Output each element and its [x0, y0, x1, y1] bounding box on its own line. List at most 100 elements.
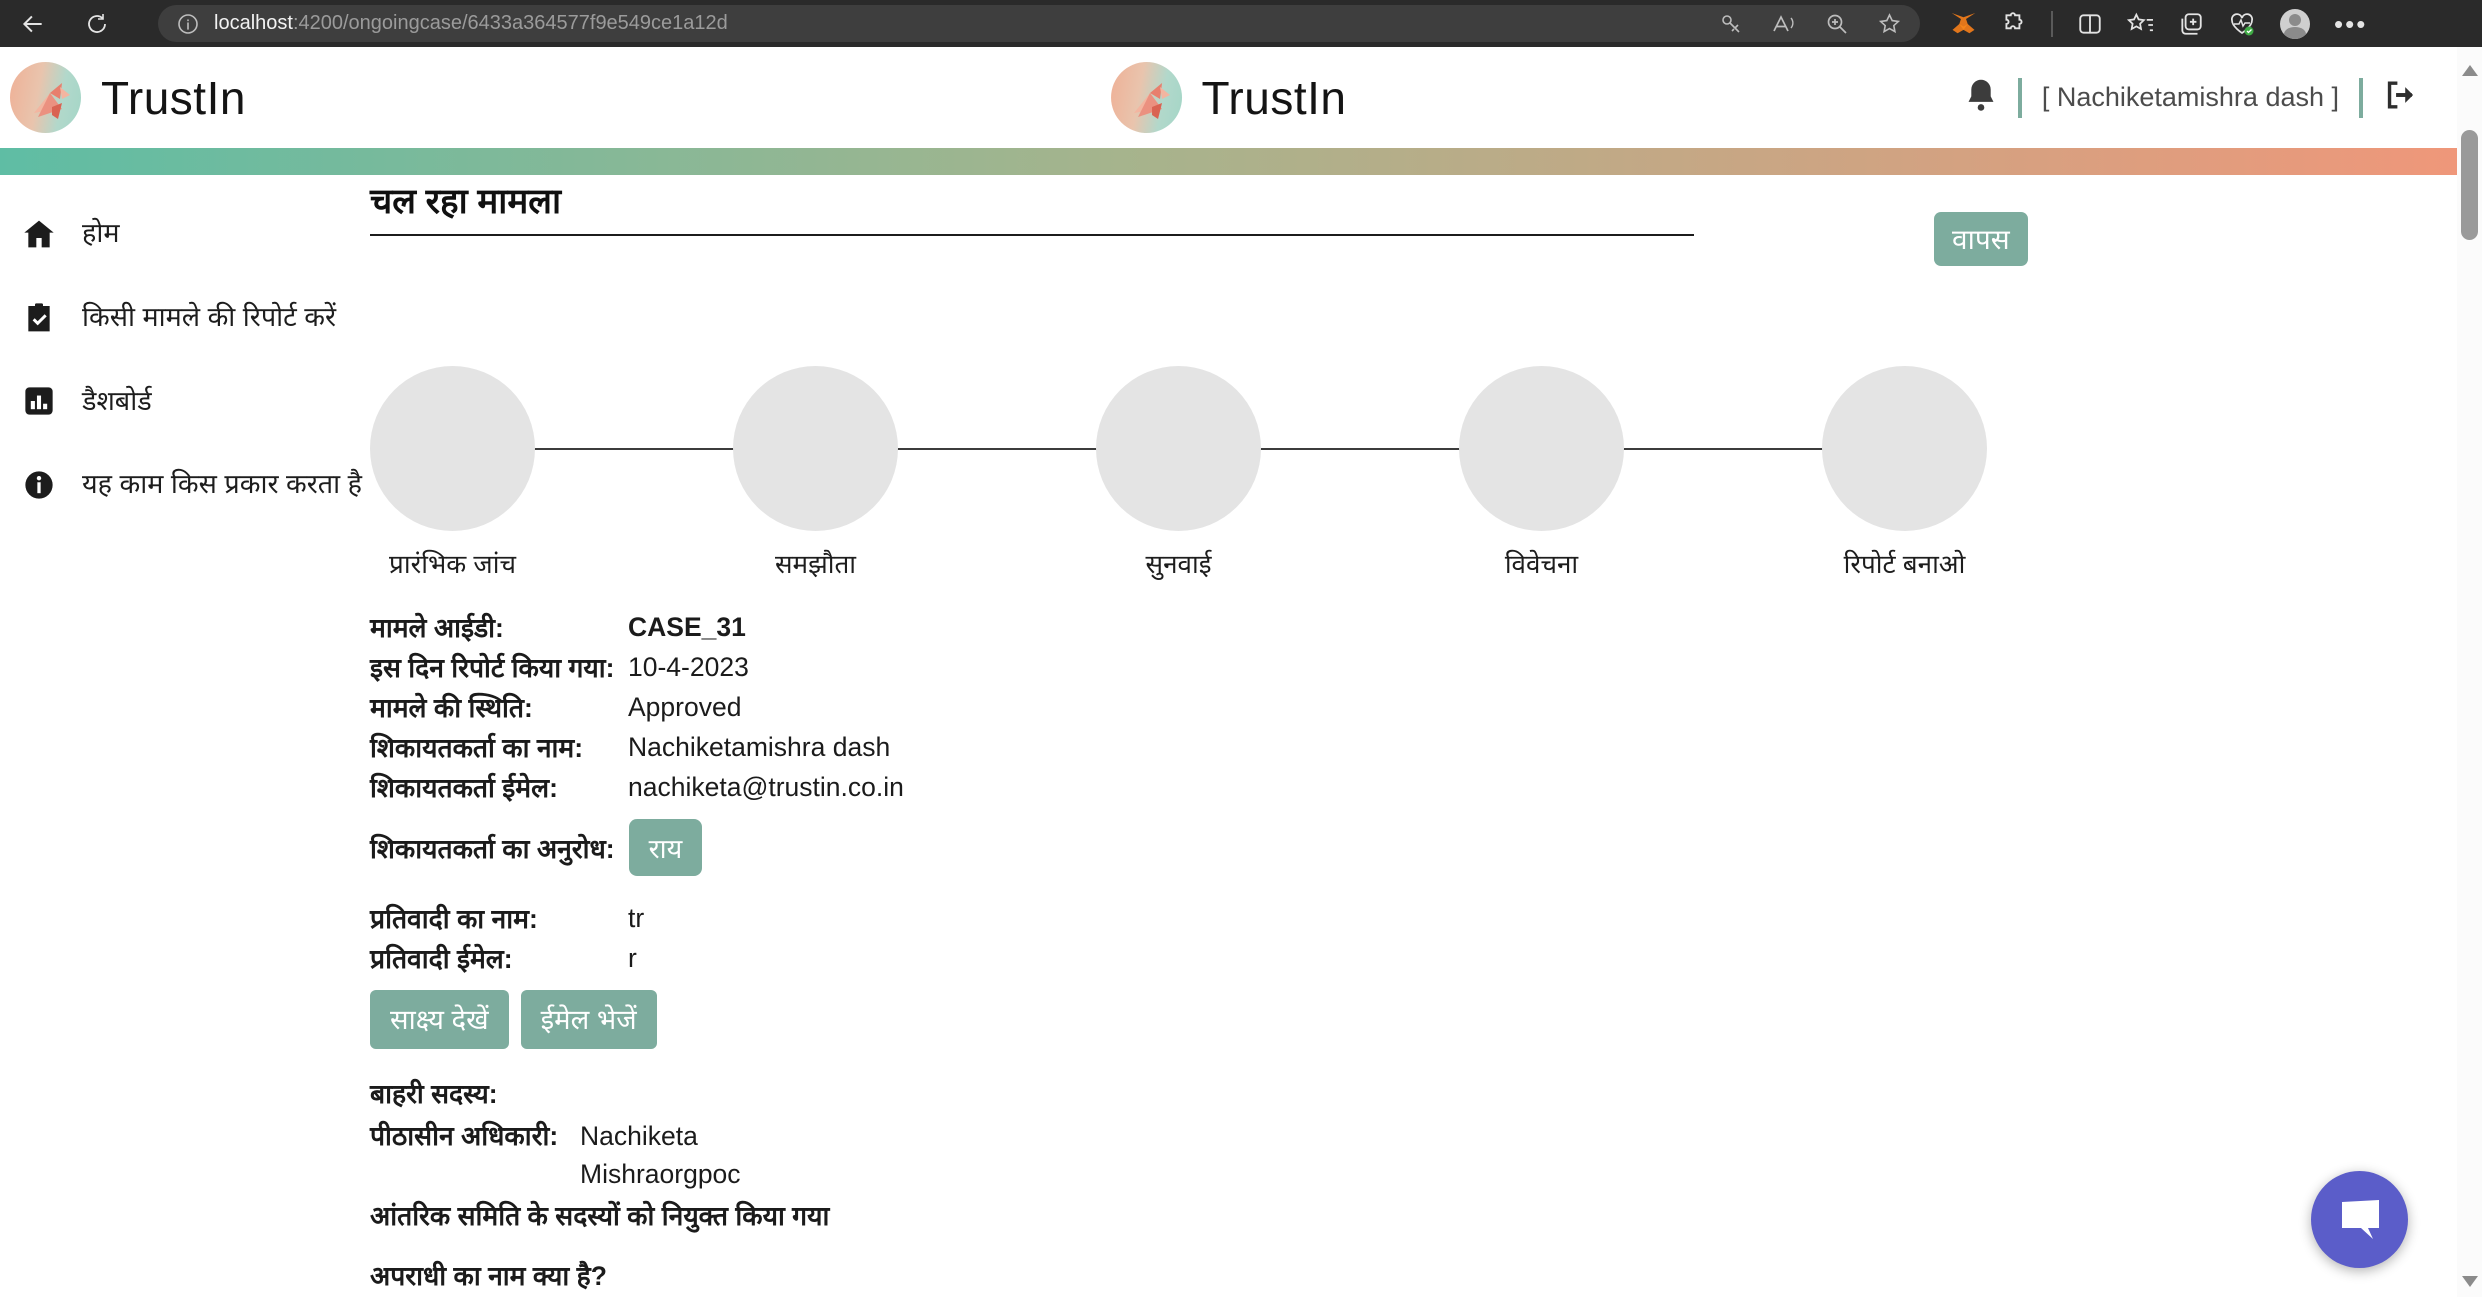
browser-extensions-area: ••• — [1950, 9, 2367, 39]
zoom-in-icon[interactable] — [1825, 12, 1849, 36]
opinion-button[interactable]: राय — [629, 819, 703, 876]
step-circle — [1459, 366, 1624, 531]
trustin-logo-icon — [1111, 62, 1182, 133]
split-screen-icon[interactable] — [2077, 11, 2103, 37]
presiding-officer-values: Nachiketa Mishraorgpoc — [580, 1117, 741, 1193]
step-initial-inquiry: प्रारंभिक जांच — [370, 366, 733, 581]
address-bar[interactable]: localhost:4200/ongoingcase/6433a364577f9… — [158, 5, 1920, 42]
reported-on-value: 10-4-2023 — [628, 652, 749, 683]
detail-row-case-id: मामले आईडी: CASE_31 — [370, 607, 2457, 647]
back-icon[interactable] — [14, 5, 52, 43]
step-circle — [370, 366, 535, 531]
back-button[interactable]: वापस — [1934, 212, 2028, 266]
committee-appointed-text: आंतरिक समिति के सदस्यों को नियुक्त किया … — [370, 1197, 2457, 1233]
read-aloud-icon[interactable] — [1771, 12, 1797, 36]
step-circle — [1822, 366, 1987, 531]
step-label: सुनवाई — [1096, 545, 1261, 581]
home-icon — [22, 219, 56, 249]
step-label: प्रारंभिक जांच — [370, 545, 535, 581]
detail-row-complainant-email: शिकायतकर्ता ईमेल: nachiketa@trustin.co.i… — [370, 767, 2457, 807]
header-divider — [2018, 78, 2022, 118]
notification-bell-icon[interactable] — [1964, 77, 1998, 118]
browser-essentials-icon[interactable] — [2228, 11, 2256, 37]
detail-row-reported-on: इस दिन रिपोर्ट किया गया: 10-4-2023 — [370, 647, 2457, 687]
trustin-logo-icon — [10, 62, 81, 133]
respondent-name-value: tr — [628, 903, 644, 934]
detail-row-respondent-name: प्रतिवादी का नाम: tr — [370, 898, 2457, 938]
page-title: चल रहा मामला — [370, 177, 1694, 236]
sidebar-item-label: यह काम किस प्रकार करता है — [82, 466, 370, 504]
detail-row-case-status: मामले की स्थिति: Approved — [370, 687, 2457, 727]
how-it-works-icon — [22, 470, 56, 500]
respondent-details: प्रतिवादी का नाम: tr प्रतिवादी ईमेल: r — [370, 898, 2457, 978]
metamask-icon[interactable] — [1950, 11, 1977, 37]
page-scrollbar[interactable] — [2457, 47, 2482, 1297]
favorite-star-icon[interactable] — [1877, 12, 1902, 36]
scrollbar-up-arrow[interactable] — [2462, 65, 2478, 76]
chat-widget-button[interactable] — [2311, 1171, 2408, 1268]
refresh-icon[interactable] — [78, 5, 116, 43]
action-buttons: साक्ष्य देखें ईमेल भेजें — [370, 990, 2457, 1049]
sidebar-item-home[interactable]: होम — [22, 215, 370, 253]
sidebar: होम किसी मामले की रिपोर्ट करें डैशबोर्ड … — [0, 175, 370, 1297]
app-header: TrustIn TrustIn [ Nachiketamishra dash ] — [0, 47, 2457, 148]
screen: localhost:4200/ongoingcase/6433a364577f9… — [0, 0, 2482, 1297]
brand-name: TrustIn — [1202, 71, 1347, 125]
sidebar-item-how-it-works[interactable]: यह काम किस प्रकार करता है — [22, 466, 370, 504]
presiding-officer-line: Mishraorgpoc — [580, 1155, 741, 1193]
sidebar-item-label: डैशबोर्ड — [82, 383, 370, 421]
sidebar-item-dashboard[interactable]: डैशबोर्ड — [22, 383, 370, 421]
step-settlement: समझौता — [733, 366, 1096, 581]
url-host: localhost — [214, 12, 293, 34]
brand-name: TrustIn — [101, 71, 246, 125]
detail-row-complainant-name: शिकायतकर्ता का नाम: Nachiketamishra dash — [370, 727, 2457, 767]
brand-gradient-bar — [0, 148, 2457, 175]
request-label: शिकायतकर्ता का अनुरोध: — [370, 830, 615, 866]
step-investigation: विवेचना — [1459, 366, 1822, 581]
step-label: समझौता — [733, 545, 898, 581]
password-key-icon[interactable] — [1719, 12, 1743, 36]
presiding-officer-line: Nachiketa — [580, 1117, 741, 1155]
presiding-officer-row: पीठासीन अधिकारी: Nachiketa Mishraorgpoc — [370, 1117, 2457, 1193]
chat-bubble-icon — [2334, 1192, 2386, 1247]
browser-toolbar: localhost:4200/ongoingcase/6433a364577f9… — [0, 0, 2482, 47]
profile-avatar[interactable] — [2280, 9, 2310, 39]
view-evidence-button[interactable]: साक्ष्य देखें — [370, 990, 509, 1049]
brand-left[interactable]: TrustIn — [10, 62, 246, 133]
site-info-icon[interactable] — [176, 12, 200, 36]
header-divider — [2359, 78, 2363, 118]
step-circle — [733, 366, 898, 531]
scrollbar-thumb[interactable] — [2461, 130, 2478, 240]
url-path: :4200/ongoingcase/6433a364577f9e549ce1a1… — [293, 12, 728, 34]
toolbar-divider — [2051, 11, 2053, 37]
sidebar-item-report-case[interactable]: किसी मामले की रिपोर्ट करें — [22, 299, 370, 337]
header-right: [ Nachiketamishra dash ] — [1964, 47, 2417, 148]
detail-row-respondent-email: प्रतिवादी ईमेल: r — [370, 938, 2457, 978]
offender-name-question: अपराधी का नाम क्या है? — [370, 1257, 2457, 1293]
user-label: [ Nachiketamishra dash ] — [2042, 82, 2339, 113]
main-content: चल रहा मामला वापस प्रारंभिक जांच समझौता … — [370, 175, 2457, 1297]
scrollbar-down-arrow[interactable] — [2462, 1276, 2478, 1287]
send-email-button[interactable]: ईमेल भेजें — [521, 990, 657, 1049]
case-status-value: Approved — [628, 692, 741, 723]
dashboard-icon — [22, 386, 56, 416]
sidebar-item-label: किसी मामले की रिपोर्ट करें — [82, 299, 370, 337]
complainant-email-value: nachiketa@trustin.co.in — [628, 772, 904, 803]
case-id-value: CASE_31 — [628, 612, 746, 643]
add-tab-icon[interactable] — [2178, 11, 2204, 37]
brand-center: TrustIn — [1111, 62, 1347, 133]
logout-icon[interactable] — [2383, 79, 2417, 116]
url-text: localhost:4200/ongoingcase/6433a364577f9… — [214, 12, 728, 35]
step-label: विवेचना — [1459, 545, 1624, 581]
more-menu-icon[interactable]: ••• — [2334, 19, 2367, 29]
extensions-icon[interactable] — [2001, 11, 2027, 37]
complainant-request-row: शिकायतकर्ता का अनुरोध: राय — [370, 819, 2457, 876]
complainant-name-value: Nachiketamishra dash — [628, 732, 890, 763]
collections-icon[interactable] — [2127, 11, 2154, 37]
report-case-icon — [22, 302, 56, 334]
case-stepper: प्रारंभिक जांच समझौता सुनवाई विवेचना रिप… — [370, 366, 2185, 581]
respondent-email-value: r — [628, 943, 637, 974]
step-make-report: रिपोर्ट बनाओ — [1822, 366, 2185, 581]
external-member-label: बाहरी सदस्य: — [370, 1075, 2457, 1111]
step-hearing: सुनवाई — [1096, 366, 1459, 581]
